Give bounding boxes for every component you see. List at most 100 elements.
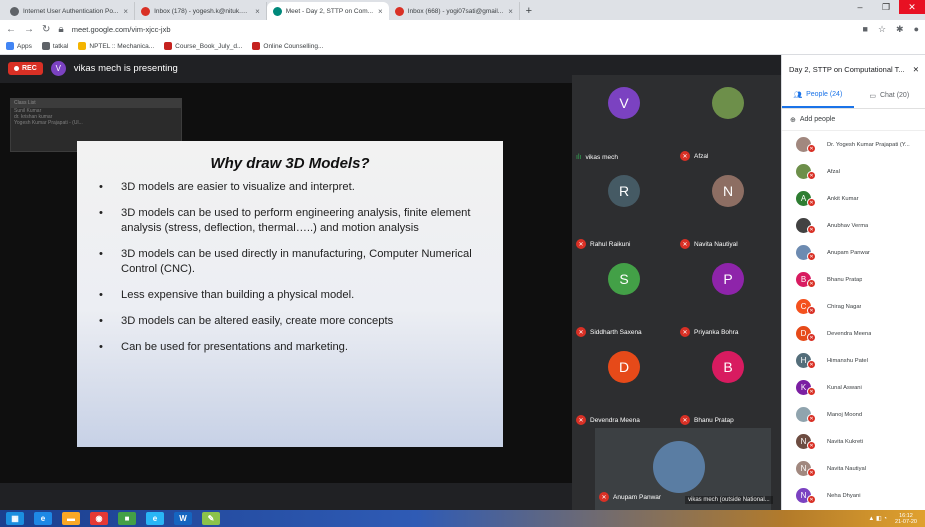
mic-off-icon: ✕: [576, 415, 586, 425]
system-tray: ▲ ◧ ◔ 16:12 21-07-20: [868, 510, 917, 527]
people-list: ✕ Dr. Yogesh Kumar Prajapati (Y... ✕ Afzal A…: [782, 131, 925, 509]
maximize-icon[interactable]: ❐: [873, 0, 899, 14]
self-tile-label: vikas mech (outside National...: [685, 496, 773, 504]
close-panel-icon[interactable]: ✕: [913, 65, 919, 74]
participant-avatar: N: [712, 175, 744, 207]
reload-icon[interactable]: ↻: [42, 24, 50, 35]
people-list-item[interactable]: A ✕ Ankit Kumar: [782, 185, 925, 212]
clock[interactable]: 16:12 21-07-20: [895, 513, 917, 525]
browser-tab-2[interactable]: Inbox (178) - yogesh.k@nituk.ac... ×: [135, 2, 267, 20]
participant-avatar: D: [608, 351, 640, 383]
record-dot-icon: [14, 66, 19, 71]
bookmark-4[interactable]: Course_Book_July_d...: [164, 42, 242, 50]
windows-icon[interactable]: ▦: [6, 512, 24, 525]
tab-favicon-icon: [272, 6, 282, 16]
person-name: Neha Dhyani: [827, 492, 861, 499]
edge-icon[interactable]: e: [146, 512, 164, 525]
participant-tile: ✕ Afzal: [676, 79, 780, 171]
people-list-item[interactable]: ✕ Anubhav Verma: [782, 212, 925, 239]
people-list-item[interactable]: D ✕ Devendra Meena: [782, 320, 925, 347]
tab-people[interactable]: 👥︎ People (24): [782, 83, 854, 108]
person-name: Anupam Panwar: [827, 249, 870, 256]
people-list-item[interactable]: H ✕ Himanshu Patel: [782, 347, 925, 374]
star-icon[interactable]: ☆: [878, 24, 886, 35]
camera-icon[interactable]: ■: [863, 24, 868, 35]
people-list-item[interactable]: N ✕ Navita Nautiyal: [782, 455, 925, 482]
bookmark-label: NPTEL :: Mechanica...: [89, 42, 155, 50]
participant-avatar: R: [608, 175, 640, 207]
people-list-item[interactable]: ✕ Afzal: [782, 158, 925, 185]
close-window-icon[interactable]: ✕: [899, 0, 925, 14]
mic-off-icon: ✕: [807, 468, 816, 477]
people-list-item[interactable]: B ✕ Bhanu Pratap: [782, 266, 925, 293]
tab-chat-label: Chat (20): [879, 92, 910, 99]
word-icon[interactable]: W: [174, 512, 192, 525]
participant-name: Rahul Raikuni: [590, 240, 631, 248]
tab-close-icon[interactable]: ×: [123, 7, 128, 16]
mic-off-icon: ✕: [807, 306, 816, 315]
mic-off-icon: ✕: [576, 327, 586, 337]
tab-title: Internet User Authentication Po...: [23, 7, 119, 15]
url-text[interactable]: meet.google.com/vim-xjcc-jxb: [72, 25, 855, 34]
minimize-icon[interactable]: –: [847, 0, 873, 14]
bookmark-3[interactable]: NPTEL :: Mechanica...: [78, 42, 154, 50]
mic-off-icon: ✕: [680, 327, 690, 337]
extension-icon[interactable]: ✱: [896, 24, 904, 35]
tab-close-icon[interactable]: ×: [508, 7, 513, 16]
person-name: Chirag Nagar: [827, 303, 862, 310]
add-person-icon: ⊕: [790, 116, 796, 124]
people-list-item[interactable]: K ✕ Kunal Aswani: [782, 374, 925, 401]
speaking-indicator-icon: ılı: [576, 154, 582, 161]
folder-icon[interactable]: ▬: [62, 512, 80, 525]
tab-favicon-icon: [141, 6, 151, 16]
add-people-button[interactable]: ⊕ Add people: [782, 109, 925, 131]
self-tile-name: ✕ Anupam Panwar: [599, 492, 661, 502]
browser-tab-4[interactable]: Inbox (668) - yogi07sati@gmail... ×: [389, 2, 520, 20]
person-name: Navita Kukreti: [827, 438, 864, 445]
forward-icon[interactable]: →: [24, 24, 34, 35]
panel-header: Day 2, STTP on Computational T... ✕: [782, 55, 925, 83]
people-list-item[interactable]: ✕ Manoj Moond: [782, 401, 925, 428]
people-list-item[interactable]: ✕ Dr. Yogesh Kumar Prajapati (Y...: [782, 131, 925, 158]
people-list-item[interactable]: ✕ Anupam Panwar: [782, 239, 925, 266]
bookmark-2[interactable]: tatkal: [41, 42, 68, 50]
bookmark-5[interactable]: Online Counselling...: [252, 42, 323, 50]
participant-tile: B ✕ Bhanu Pratap: [676, 343, 780, 435]
tab-close-icon[interactable]: ×: [378, 7, 383, 16]
people-list-item[interactable]: N ✕ Neha Dhyani: [782, 482, 925, 509]
people-list-item[interactable]: C ✕ Chirag Nagar: [782, 293, 925, 320]
person-name: Ankit Kumar: [827, 195, 859, 202]
mic-off-icon: ✕: [680, 239, 690, 249]
participant-name-row: ✕ Rahul Raikuni: [576, 239, 630, 249]
bookmark-1[interactable]: Apps: [6, 42, 32, 50]
mic-off-icon: ✕: [807, 144, 816, 153]
clock-date: 21-07-20: [894, 518, 917, 525]
profile-avatar-icon[interactable]: ●: [914, 24, 919, 35]
browser-tab-1[interactable]: Internet User Authentication Po... ×: [4, 2, 136, 20]
participant-name: Afzal: [694, 152, 709, 160]
tab-chat[interactable]: ▭ Chat (20): [854, 83, 925, 108]
tray-icons[interactable]: ▲ ◧ ◔: [868, 515, 887, 522]
app-icon[interactable]: ■: [118, 512, 136, 525]
ie-icon[interactable]: e: [34, 512, 52, 525]
chrome-icon[interactable]: ◉: [90, 512, 108, 525]
panel-tabs: 👥︎ People (24) ▭ Chat (20): [782, 83, 925, 109]
back-icon[interactable]: ←: [6, 24, 16, 35]
participant-name: Priyanka Bohra: [694, 328, 739, 336]
paint-icon[interactable]: ✎: [202, 512, 220, 525]
bookmark-label: Online Counselling...: [263, 42, 324, 50]
bookmark-icon: [6, 42, 14, 50]
people-list-item[interactable]: N ✕ Navita Kukreti: [782, 428, 925, 455]
participant-tile: N ✕ Navita Nautiyal: [676, 167, 780, 259]
mic-off-icon: ✕: [576, 239, 586, 249]
browser-tab-3[interactable]: Meet - Day 2, STTP on Com... ×: [266, 2, 389, 20]
person-name: Dr. Yogesh Kumar Prajapati (Y...: [827, 141, 910, 148]
new-tab-button[interactable]: +: [520, 2, 538, 20]
mic-off-icon: ✕: [807, 414, 816, 423]
recording-badge: REC: [8, 62, 43, 75]
side-panel: Day 2, STTP on Computational T... ✕ 👥︎ Pe…: [781, 55, 925, 510]
tab-favicon-icon: [394, 6, 404, 16]
participant-tile: S ✕ Siddharth Saxena: [572, 255, 676, 347]
tab-close-icon[interactable]: ×: [255, 7, 260, 16]
participant-name-row: ✕ Navita Nautiyal: [680, 239, 738, 249]
